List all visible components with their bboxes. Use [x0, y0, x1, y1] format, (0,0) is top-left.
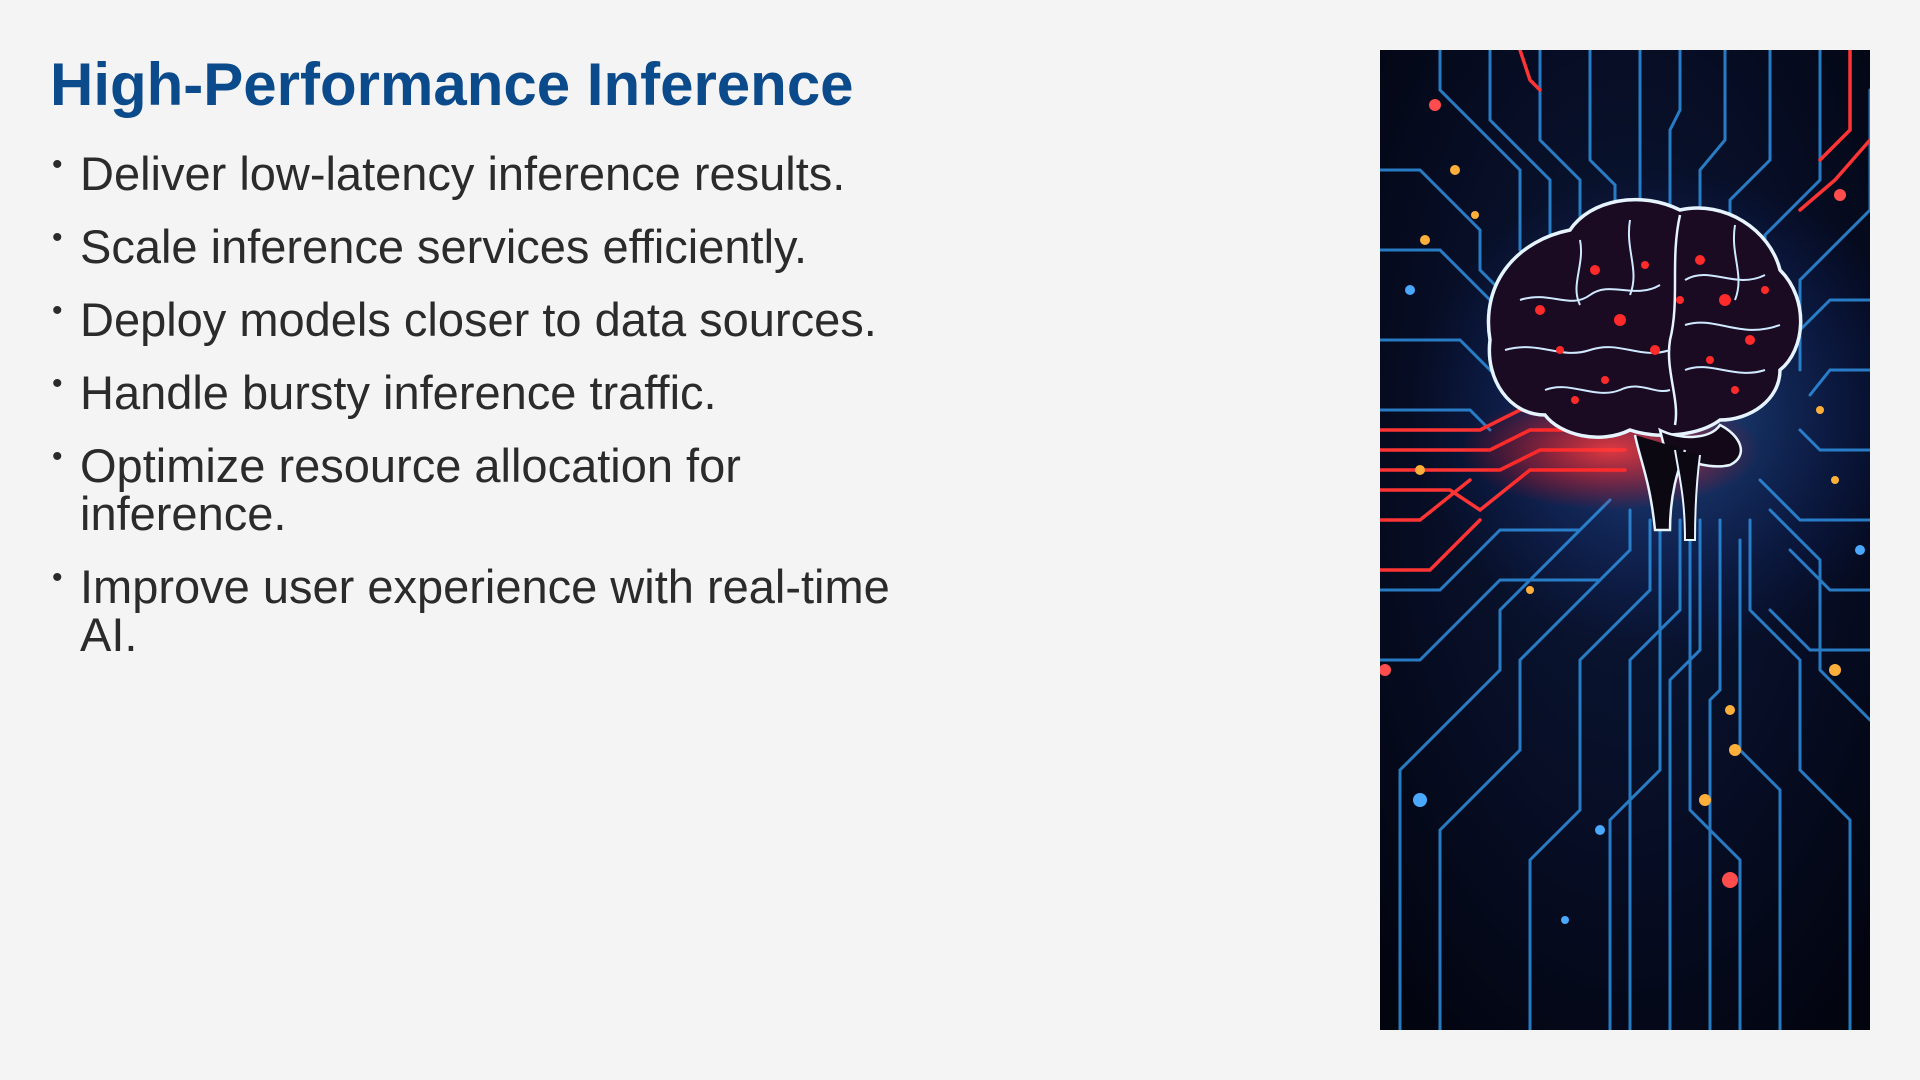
bullet-item: • Handle bursty inference traffic. — [50, 369, 940, 417]
bullet-dot-icon: • — [52, 221, 63, 254]
bullet-text: Improve user experience with real-time A… — [80, 560, 890, 661]
bullet-item: • Deploy models closer to data sources. — [50, 296, 940, 344]
bullet-item: • Optimize resource allocation for infer… — [50, 442, 940, 538]
bullet-item: • Scale inference services efficiently. — [50, 223, 940, 271]
brain-circuit-illustration — [1380, 50, 1870, 1030]
bullet-item: • Deliver low-latency inference results. — [50, 150, 940, 198]
bullet-text: Deliver low-latency inference results. — [80, 147, 846, 200]
bullet-dot-icon: • — [52, 367, 63, 400]
bullet-text: Scale inference services efficiently. — [80, 220, 808, 273]
bullet-dot-icon: • — [52, 561, 63, 594]
bullet-dot-icon: • — [52, 294, 63, 327]
bullet-text: Deploy models closer to data sources. — [80, 293, 877, 346]
bullet-dot-icon: • — [52, 440, 63, 473]
bullet-text: Optimize resource allocation for inferen… — [80, 439, 741, 540]
bullet-list: • Deliver low-latency inference results.… — [50, 150, 940, 684]
brain-circuit-image — [1380, 50, 1870, 1030]
bullet-dot-icon: • — [52, 148, 63, 181]
slide-title: High-Performance Inference — [50, 51, 854, 118]
bullet-item: • Improve user experience with real-time… — [50, 563, 940, 659]
bullet-text: Handle bursty inference traffic. — [80, 366, 717, 419]
